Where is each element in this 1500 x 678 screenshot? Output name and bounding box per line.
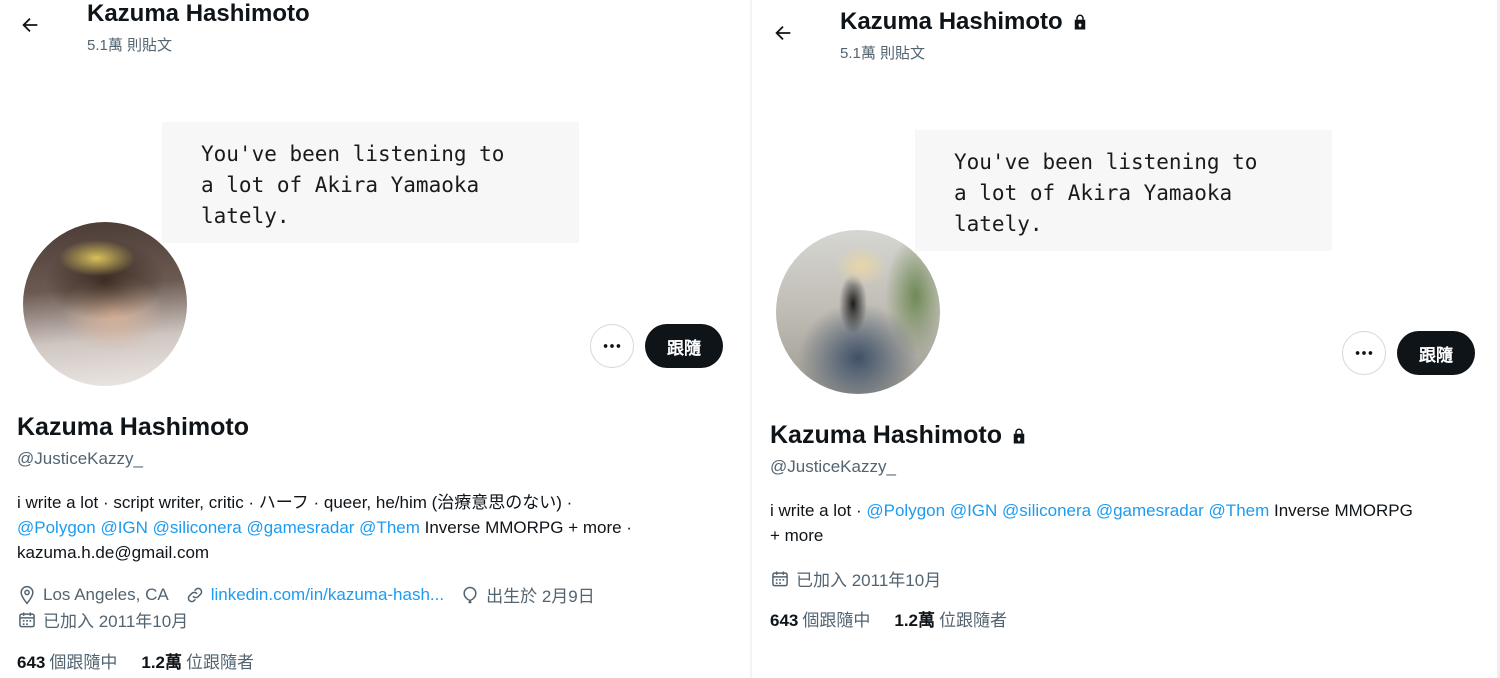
following-count: 643 xyxy=(770,611,799,630)
followers-label: 位跟隨者 xyxy=(186,653,255,672)
follow-stats: 643 個跟隨中 1.2萬 位跟隨者 xyxy=(770,606,1007,631)
follow-stats: 643 個跟隨中 1.2萬 位跟隨者 xyxy=(17,648,254,673)
mention-link[interactable]: @Them xyxy=(1209,501,1270,520)
joined-text: 已加入 2011年10月 xyxy=(43,612,189,631)
follow-button[interactable]: 跟隨 xyxy=(645,324,723,368)
followers-stat[interactable]: 1.2萬 位跟隨者 xyxy=(894,606,1007,631)
bio-line: i write a lot · @Polygon @IGN @siliconer… xyxy=(770,498,1485,523)
calendar-icon xyxy=(19,612,35,627)
link-icon xyxy=(187,587,202,602)
profile-bio: i write a lot · @Polygon @IGN @siliconer… xyxy=(770,498,1485,548)
banner-image: You've been listening to a lot of Akira … xyxy=(915,130,1332,251)
follow-button[interactable]: 跟隨 xyxy=(1397,331,1475,375)
birthday-text: 出生於 2月9日 xyxy=(486,587,595,606)
profile-meta-row: 已加入 2011年10月 xyxy=(770,566,957,591)
bio-text: Inverse MMORPG xyxy=(1274,501,1413,520)
bio-more: + more xyxy=(770,526,824,545)
avatar[interactable] xyxy=(774,228,942,396)
followers-count: 1.2萬 xyxy=(894,611,936,630)
meta-location: Los Angeles, CA xyxy=(17,585,169,605)
profile-meta-row: Los Angeles, CA linkedin.com/in/kazuma-h… xyxy=(17,582,611,607)
mention-link[interactable]: @Them xyxy=(359,518,420,537)
profile-meta-row: 已加入 2011年10月 xyxy=(17,607,204,632)
back-arrow-icon[interactable] xyxy=(12,7,48,43)
followers-stat[interactable]: 1.2萬 位跟隨者 xyxy=(141,648,254,673)
location-icon xyxy=(20,585,34,604)
mention-link[interactable]: @IGN xyxy=(950,501,997,520)
profile-panel-left: Kazuma Hashimoto 5.1萬 則貼文 You've been li… xyxy=(0,0,750,678)
mention-link[interactable]: @IGN xyxy=(100,518,147,537)
mention-link[interactable]: @gamesradar xyxy=(1096,501,1204,520)
more-options-button[interactable] xyxy=(1342,331,1386,375)
profile-name-text: Kazuma Hashimoto xyxy=(770,421,1002,449)
profile-name: Kazuma Hashimoto xyxy=(17,413,249,442)
header-post-count: 5.1萬 則貼文 xyxy=(87,37,173,54)
profile-handle: @JusticeKazzy_ xyxy=(770,457,896,476)
profile-name: Kazuma Hashimoto xyxy=(770,421,1028,450)
header-title: Kazuma Hashimoto xyxy=(87,0,310,28)
bio-text: Inverse MMORPG + more · xyxy=(424,518,632,537)
following-label: 個跟隨中 xyxy=(49,653,118,672)
bio-line: i write a lot · script writer, critic · … xyxy=(17,493,573,512)
following-count: 643 xyxy=(17,653,46,672)
header-title-text: Kazuma Hashimoto xyxy=(840,8,1063,35)
meta-joined: 已加入 2011年10月 xyxy=(17,607,188,632)
balloon-icon xyxy=(463,586,477,603)
header-title-text: Kazuma Hashimoto xyxy=(87,0,310,27)
meta-website[interactable]: linkedin.com/in/kazuma-hash... xyxy=(185,585,444,605)
mention-link[interactable]: @siliconera xyxy=(153,518,242,537)
bio-email: kazuma.h.de@gmail.com xyxy=(17,543,210,562)
followers-label: 位跟隨者 xyxy=(939,611,1008,630)
location-text: Los Angeles, CA xyxy=(43,584,169,604)
mention-link[interactable]: @gamesradar xyxy=(246,518,354,537)
lock-icon xyxy=(1013,428,1025,443)
meta-birthday: 出生於 2月9日 xyxy=(460,582,595,607)
more-options-button[interactable] xyxy=(590,324,634,368)
avatar[interactable] xyxy=(21,220,189,388)
mention-link[interactable]: @siliconera xyxy=(1002,501,1091,520)
more-dots-icon xyxy=(603,344,621,348)
following-stat[interactable]: 643 個跟隨中 xyxy=(17,648,117,673)
bio-text: i write a lot · xyxy=(770,501,862,520)
profile-panel-right: Kazuma Hashimoto 5.1萬 則貼文 You've been li… xyxy=(752,0,1500,678)
banner-image: You've been listening to a lot of Akira … xyxy=(162,122,579,243)
more-dots-icon xyxy=(1355,351,1373,355)
following-label: 個跟隨中 xyxy=(802,611,871,630)
profile-name-text: Kazuma Hashimoto xyxy=(17,413,249,441)
profile-bio: i write a lot · script writer, critic · … xyxy=(17,490,717,565)
bio-line: @Polygon @IGN @siliconera @gamesradar @T… xyxy=(17,515,717,540)
header-title: Kazuma Hashimoto xyxy=(840,8,1089,36)
website-link[interactable]: linkedin.com/in/kazuma-hash... xyxy=(211,585,444,605)
following-stat[interactable]: 643 個跟隨中 xyxy=(770,606,870,631)
mention-link[interactable]: @Polygon xyxy=(17,518,96,537)
header-post-count: 5.1萬 則貼文 xyxy=(840,45,926,62)
joined-text: 已加入 2011年10月 xyxy=(796,571,942,590)
back-arrow-icon[interactable] xyxy=(765,15,801,51)
calendar-icon xyxy=(772,571,788,586)
mention-link[interactable]: @Polygon xyxy=(866,501,945,520)
profile-handle: @JusticeKazzy_ xyxy=(17,449,143,468)
followers-count: 1.2萬 xyxy=(141,653,183,672)
meta-joined: 已加入 2011年10月 xyxy=(770,566,941,591)
lock-icon xyxy=(1074,14,1085,30)
